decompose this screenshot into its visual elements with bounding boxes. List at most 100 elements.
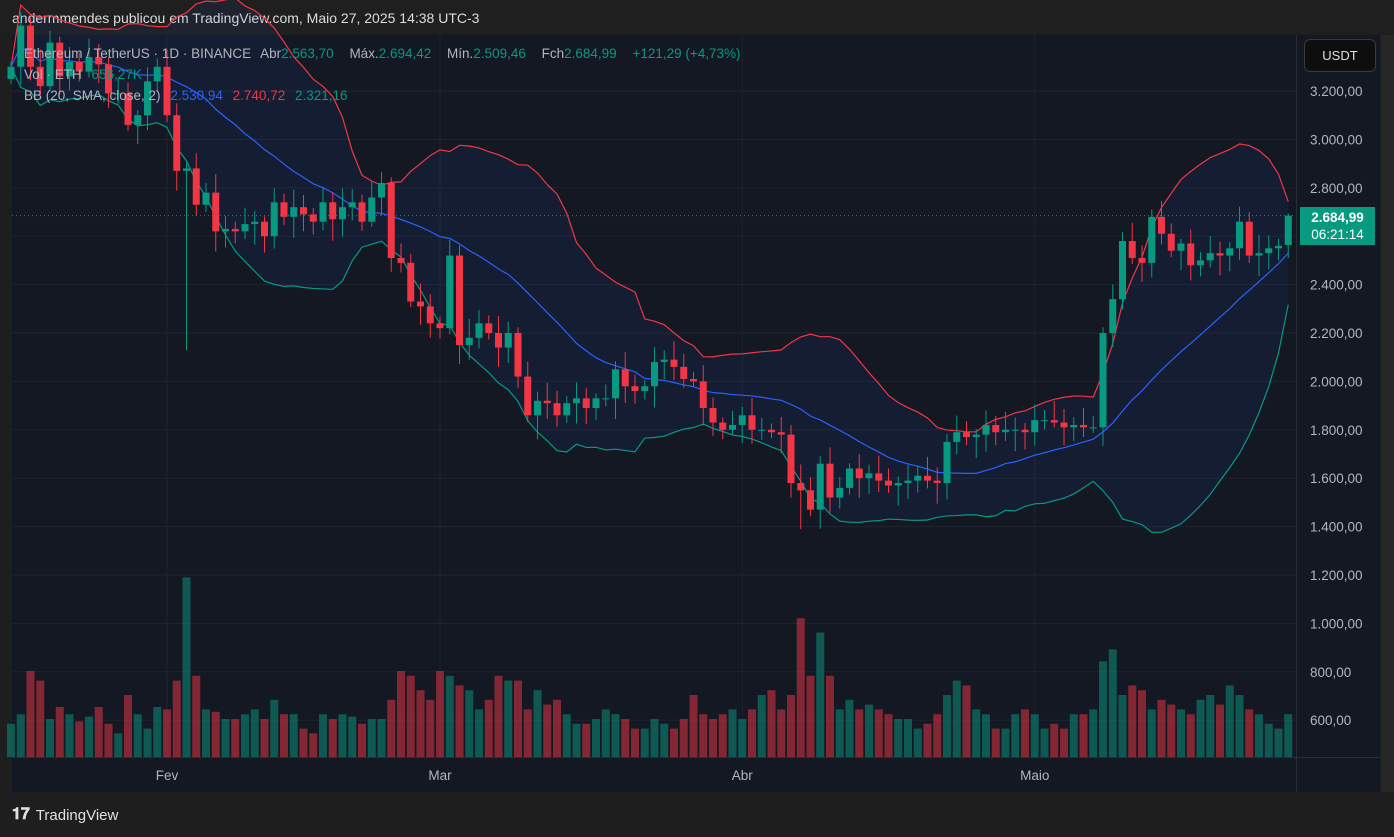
volume-bar xyxy=(426,699,435,757)
candle-body xyxy=(690,378,697,382)
candle-body xyxy=(914,475,922,481)
volume-bar xyxy=(348,716,357,757)
volume-bar xyxy=(241,714,249,757)
y-tick-label: 2.400,00 xyxy=(1310,278,1363,293)
logo-mark-icon: 𝟏𝟕 xyxy=(12,806,30,823)
candle-body xyxy=(378,182,385,198)
volume-bar xyxy=(640,728,649,757)
volume-bar xyxy=(436,671,444,757)
candle-body xyxy=(524,376,532,416)
volume-bar xyxy=(1196,699,1205,757)
volume-bar xyxy=(1001,728,1010,757)
bb-lower-value: 2.321,16 xyxy=(294,88,348,103)
volume-bar xyxy=(582,723,591,757)
candle-body xyxy=(563,403,571,416)
volume-bar xyxy=(46,719,54,757)
volume-bar xyxy=(943,695,951,757)
volume-bar xyxy=(718,714,727,757)
candle-body xyxy=(797,483,805,491)
volume-bar xyxy=(699,714,708,757)
last-price-label: 2.684,99 06:21:14 xyxy=(1300,207,1375,245)
volume-bar xyxy=(1245,709,1254,757)
volume-bar xyxy=(270,699,279,757)
volume-bar xyxy=(991,728,1000,757)
volume-bar xyxy=(358,723,366,757)
volume-bar xyxy=(338,714,347,757)
countdown: 06:21:14 xyxy=(1311,227,1364,242)
volume-bar xyxy=(153,707,162,757)
candle-body xyxy=(894,483,902,486)
change-value: +121,29 (+4,73%) xyxy=(632,46,741,61)
candle-body xyxy=(1041,420,1048,422)
volume-bar xyxy=(1021,709,1029,757)
candle-body xyxy=(261,221,268,237)
candle-body xyxy=(348,202,356,208)
candle-body xyxy=(709,408,717,423)
volume-bar xyxy=(1206,695,1215,757)
volume-bar xyxy=(1138,690,1146,757)
volume-bar xyxy=(289,714,298,757)
price-chart[interactable]: 3.200,003.000,002.800,002.600,002.400,00… xyxy=(0,0,1394,837)
volume-bar xyxy=(65,714,74,757)
volume-bar xyxy=(1157,699,1166,757)
volume-value: 656,27K xyxy=(91,67,142,82)
volume-bar xyxy=(1225,685,1234,757)
candle-body xyxy=(1284,215,1292,245)
candle-body xyxy=(612,369,619,399)
candle-body xyxy=(504,333,512,348)
volume-bar xyxy=(75,721,84,757)
candle-body xyxy=(222,228,229,232)
candle-body xyxy=(963,432,970,438)
volume-bar xyxy=(26,671,35,757)
volume-bar xyxy=(923,723,932,757)
candle-body xyxy=(495,333,502,348)
low-label: Mín. xyxy=(447,46,474,61)
last-price: 2.684,99 xyxy=(1311,210,1364,225)
currency-button[interactable]: USDT xyxy=(1304,39,1376,72)
candle-body xyxy=(1148,216,1156,263)
tradingview-logo[interactable]: 𝟏𝟕 TradingView xyxy=(12,806,118,824)
candle-body xyxy=(582,398,590,409)
candle-body xyxy=(1206,253,1214,261)
y-tick-label: 3.000,00 xyxy=(1310,132,1363,147)
candle-body xyxy=(456,255,463,346)
volume-label[interactable]: Vol · ETH xyxy=(24,67,82,82)
volume-bar xyxy=(7,723,15,757)
volume-bar xyxy=(1079,714,1088,757)
candle-body xyxy=(358,202,366,222)
symbol-name[interactable]: Ethereum / TetherUS · 1D · BINANCE xyxy=(24,46,251,61)
candle-body xyxy=(231,228,239,232)
volume-bar xyxy=(523,709,532,757)
candle-body xyxy=(1011,429,1019,431)
volume-bar xyxy=(260,719,269,757)
candle-body xyxy=(1245,221,1253,256)
high-label: Máx. xyxy=(349,46,379,61)
bb-upper-value: 2.740,72 xyxy=(232,88,286,103)
volume-bar xyxy=(679,719,688,757)
volume-bar xyxy=(865,704,873,757)
legend-bb: BB (20, SMA, close, 2) 2.530,94 2.740,72… xyxy=(24,88,354,103)
candle-body xyxy=(1167,233,1175,251)
candle-body xyxy=(183,168,190,171)
volume-bar xyxy=(202,709,210,757)
candle-body xyxy=(212,192,220,232)
candle-body xyxy=(768,429,775,433)
volume-bar xyxy=(767,690,776,757)
candle-body xyxy=(426,306,434,324)
volume-bar xyxy=(826,675,834,757)
bb-label[interactable]: BB (20, SMA, close, 2) xyxy=(24,88,161,103)
open-label: Abr xyxy=(260,46,282,61)
y-tick-label: 1.800,00 xyxy=(1310,423,1363,438)
candle-body xyxy=(875,473,883,481)
volume-bar xyxy=(309,733,318,757)
candle-body xyxy=(1187,243,1195,266)
volume-bar xyxy=(143,728,152,757)
candle-body xyxy=(1226,248,1234,256)
volume-bar xyxy=(913,728,922,757)
candle-body xyxy=(787,434,795,484)
volume-bar xyxy=(787,695,795,757)
volume-bar xyxy=(650,719,659,757)
candle-body xyxy=(485,323,493,333)
time-axis[interactable] xyxy=(12,757,1296,792)
candle-body xyxy=(329,202,337,220)
